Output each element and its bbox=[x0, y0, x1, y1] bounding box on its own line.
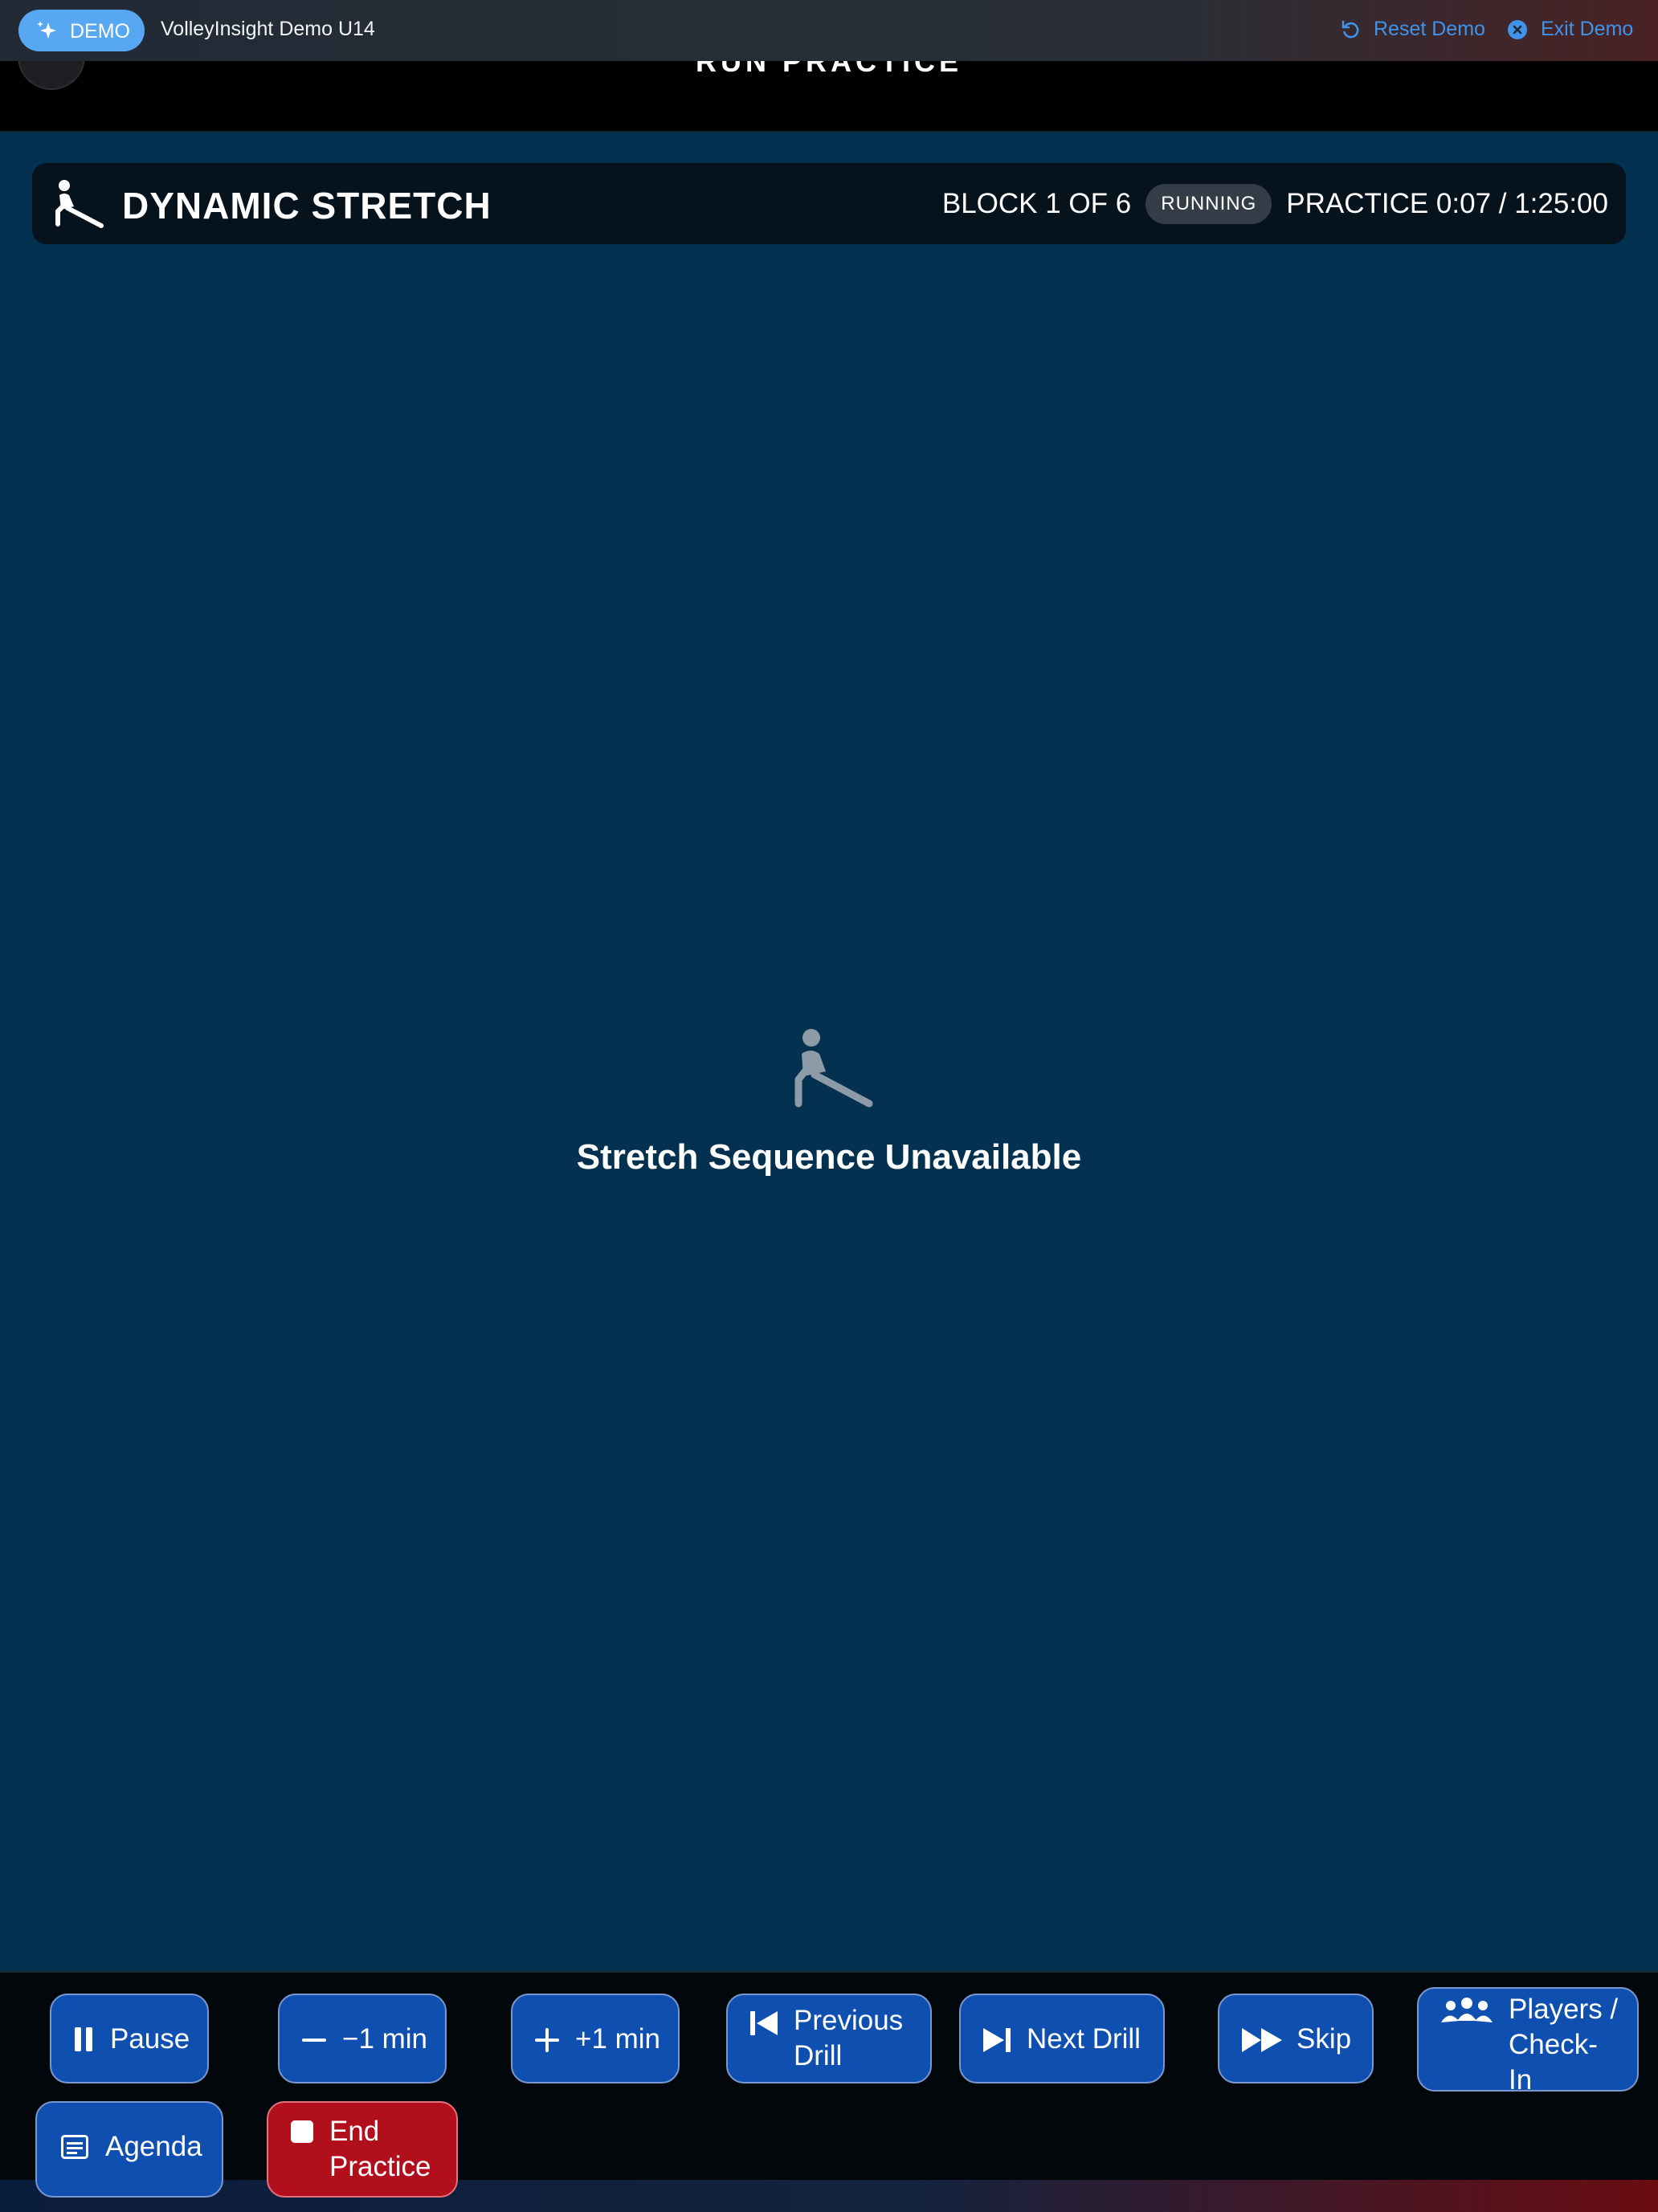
players-label-1: Players / bbox=[1509, 1994, 1619, 2025]
exit-demo-button[interactable]: Exit Demo bbox=[1507, 18, 1633, 41]
reset-demo-button[interactable]: Reset Demo bbox=[1340, 18, 1485, 41]
minus-minute-button[interactable]: −1 min bbox=[278, 1994, 447, 2083]
block-count: BLOCK 1 OF 6 bbox=[941, 187, 1132, 219]
block-header: DYNAMIC STRETCH BLOCK 1 OF 6 RUNNING PRA… bbox=[32, 163, 1626, 244]
skip-icon bbox=[1242, 2028, 1282, 2052]
pause-button[interactable]: Pause bbox=[50, 1994, 209, 2083]
agenda-icon bbox=[61, 2135, 88, 2159]
empty-state-message: Stretch Sequence Unavailable bbox=[576, 1137, 1082, 1177]
pause-icon bbox=[75, 2027, 92, 2051]
next-icon bbox=[983, 2028, 1011, 2052]
stretch-icon bbox=[794, 1029, 873, 1108]
demo-badge-label: DEMO bbox=[70, 20, 130, 43]
skip-button[interactable]: Skip bbox=[1218, 1994, 1374, 2083]
demo-team-name: VolleyInsight Demo U14 bbox=[161, 18, 375, 40]
status-badge: RUNNING bbox=[1145, 183, 1272, 224]
agenda-button[interactable]: Agenda bbox=[35, 2101, 223, 2198]
demo-badge: DEMO bbox=[18, 10, 145, 51]
agenda-label: Agenda bbox=[105, 2131, 202, 2162]
sparkle-icon bbox=[37, 21, 56, 39]
minus-minute-label: −1 min bbox=[342, 2023, 428, 2055]
minus-icon bbox=[302, 2039, 326, 2042]
stop-icon bbox=[291, 2120, 313, 2143]
plus-minute-button[interactable]: +1 min bbox=[511, 1994, 680, 2083]
close-circle-icon bbox=[1508, 19, 1527, 39]
end-practice-label-2: Practice bbox=[329, 2151, 431, 2182]
next-drill-label: Next Drill bbox=[1027, 2023, 1141, 2055]
end-practice-label-1: End bbox=[329, 2116, 380, 2147]
exit-demo-label: Exit Demo bbox=[1541, 18, 1634, 40]
block-title: DYNAMIC STRETCH bbox=[122, 185, 492, 227]
players-icon bbox=[1441, 1998, 1493, 2022]
players-checkin-button[interactable]: Players / Check- In bbox=[1417, 1987, 1639, 2096]
skip-label: Skip bbox=[1297, 2023, 1352, 2055]
end-practice-button[interactable]: End Practice bbox=[267, 2101, 458, 2198]
previous-drill-label-1: Previous bbox=[794, 2005, 904, 2036]
previous-icon bbox=[750, 2011, 778, 2035]
previous-drill-button[interactable]: Previous Drill bbox=[726, 1994, 932, 2083]
stretch-icon bbox=[55, 180, 104, 228]
block-meta: BLOCK 1 OF 6 RUNNING PRACTICE 0:07 / 1:2… bbox=[942, 163, 1608, 244]
players-label-3: In bbox=[1509, 2064, 1533, 2096]
plus-minute-label: +1 min bbox=[575, 2023, 661, 2055]
previous-drill-label-2: Drill bbox=[794, 2040, 843, 2071]
plus-icon bbox=[535, 2028, 559, 2052]
next-drill-button[interactable]: Next Drill bbox=[959, 1994, 1165, 2083]
practice-timer: PRACTICE 0:07 / 1:25:00 bbox=[1286, 187, 1608, 219]
reset-demo-label: Reset Demo bbox=[1374, 18, 1485, 40]
pause-label: Pause bbox=[110, 2023, 190, 2055]
reset-icon bbox=[1342, 20, 1359, 38]
players-label-2: Check- bbox=[1509, 2029, 1598, 2060]
demo-bar: DEMO VolleyInsight Demo U14 Reset Demo E… bbox=[0, 0, 1658, 61]
bottom-strip bbox=[0, 2180, 1658, 2212]
